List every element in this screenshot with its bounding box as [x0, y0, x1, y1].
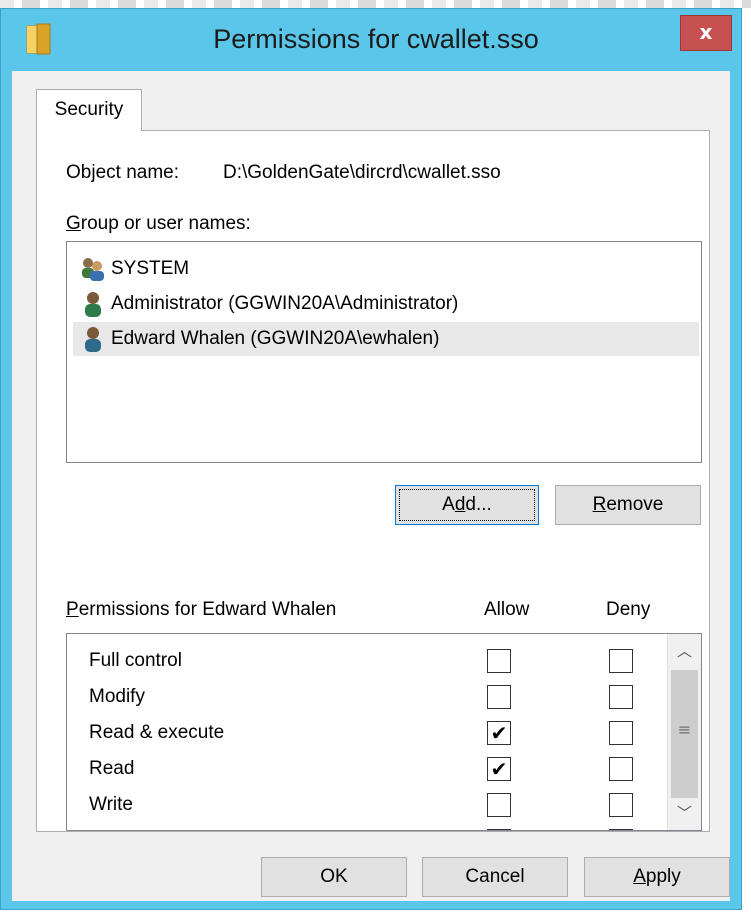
ok-button[interactable]: OK	[261, 857, 407, 897]
group-list-label: Group or user names:	[66, 213, 251, 235]
apply-button-mnemonic: A	[633, 866, 646, 887]
deny-checkbox[interactable]	[609, 685, 633, 709]
deny-checkbox[interactable]	[609, 793, 633, 817]
permissions-list[interactable]: Full control Modify Read & execute ✔ Read ✔ Wr…	[66, 633, 702, 831]
checkmark-icon: ✔	[490, 757, 508, 781]
background-window-strip	[0, 0, 751, 8]
deny-column-header: Deny	[606, 599, 651, 620]
permission-name: Write	[89, 794, 133, 815]
user-icon	[85, 327, 101, 352]
list-item-administrator[interactable]: Administrator (GGWIN20A\Administrator)	[73, 287, 699, 321]
checkmark-icon: ✔	[490, 721, 508, 745]
allow-checkbox[interactable]	[487, 685, 511, 709]
deny-checkbox[interactable]	[609, 757, 633, 781]
security-tab-panel: Object name: D:\GoldenGate\dircrd\cwalle…	[36, 130, 710, 832]
permission-row: Modify	[67, 679, 667, 715]
title-bar[interactable]: Permissions for cwallet.sso x	[1, 9, 741, 71]
permission-name: Read & execute	[89, 722, 225, 743]
permission-row: Read ✔	[67, 751, 667, 787]
allow-checkbox[interactable]: ✔	[487, 757, 511, 781]
focus-ring	[399, 489, 535, 521]
list-item-label: SYSTEM	[111, 258, 190, 279]
permission-name: Read	[89, 758, 135, 779]
add-button[interactable]: Add...	[395, 485, 539, 525]
allow-checkbox[interactable]	[487, 793, 511, 817]
permissions-header: Permissions for Edward Whalen	[66, 599, 336, 621]
dialog-client-area: Security Object name: D:\GoldenGate\dirc…	[12, 71, 730, 901]
permission-row: Full control	[67, 643, 667, 679]
remove-button-label-rest: emove	[606, 494, 664, 515]
permissions-dialog: Permissions for cwallet.sso x Security O…	[0, 8, 742, 910]
folder-icon	[26, 23, 51, 55]
list-item-label: Edward Whalen (GGWIN20A\ewhalen)	[111, 328, 440, 349]
permissions-scrollbar[interactable]: ︿ ≡ ﹀	[667, 634, 701, 830]
scroll-down-arrow[interactable]: ﹀	[668, 798, 701, 828]
permission-row-partial	[67, 823, 667, 830]
list-item-edward-whalen[interactable]: Edward Whalen (GGWIN20A\ewhalen)	[73, 322, 699, 356]
deny-checkbox[interactable]	[609, 649, 633, 673]
cancel-button[interactable]: Cancel	[422, 857, 568, 897]
remove-button-mnemonic: R	[592, 494, 607, 515]
allow-checkbox[interactable]: ✔	[487, 721, 511, 745]
permissions-header-mnemonic: P	[66, 599, 79, 620]
user-icon	[85, 292, 101, 317]
permission-row: Write	[67, 787, 667, 823]
apply-button[interactable]: Apply	[584, 857, 730, 897]
scroll-thumb[interactable]: ≡	[671, 670, 698, 798]
object-name-value: D:\GoldenGate\dircrd\cwallet.sso	[223, 162, 501, 183]
permission-row: Read & execute ✔	[67, 715, 667, 751]
list-item-system[interactable]: SYSTEM	[73, 252, 699, 286]
group-list-label-mnemonic: G	[66, 213, 81, 234]
partial-checkbox	[487, 829, 511, 830]
permission-name: Modify	[89, 686, 145, 707]
permissions-header-rest: ermissions for Edward Whalen	[78, 599, 337, 620]
group-list-label-rest: roup or user names:	[80, 213, 251, 234]
permission-name: Full control	[89, 650, 182, 671]
scroll-up-arrow[interactable]: ︿	[668, 636, 701, 666]
tab-security[interactable]: Security	[36, 89, 142, 131]
scroll-grip-icon: ≡	[677, 720, 692, 739]
window-title: Permissions for cwallet.sso	[213, 24, 539, 54]
allow-column-header: Allow	[484, 599, 530, 620]
close-button[interactable]: x	[680, 15, 732, 51]
partial-checkbox	[609, 829, 633, 830]
group-users-icon	[82, 258, 104, 281]
allow-checkbox[interactable]	[487, 649, 511, 673]
deny-checkbox[interactable]	[609, 721, 633, 745]
group-user-list[interactable]: SYSTEM Administrator (GGWIN20A\Administr…	[66, 241, 702, 463]
object-name-label: Object name:	[66, 162, 179, 183]
list-item-label: Administrator (GGWIN20A\Administrator)	[111, 293, 459, 314]
remove-button[interactable]: Remove	[555, 485, 701, 525]
apply-button-label-rest: pply	[645, 866, 681, 887]
